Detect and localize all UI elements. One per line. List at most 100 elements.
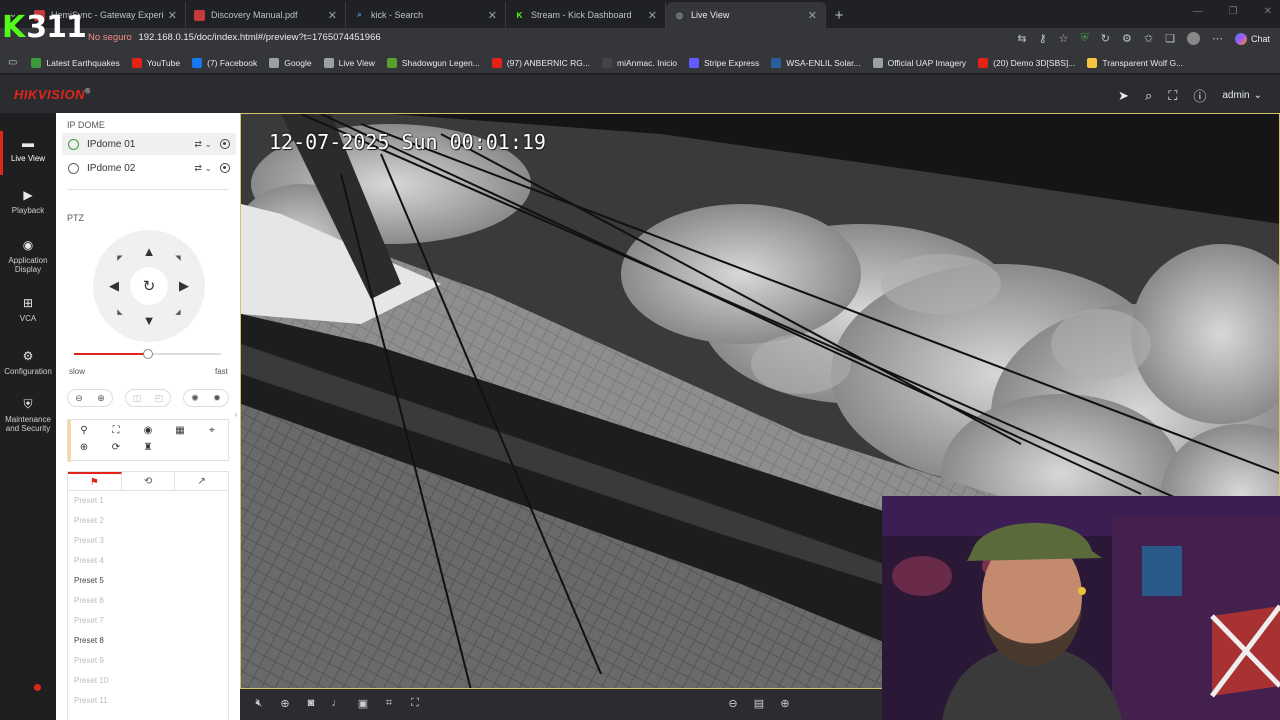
close-tab-icon[interactable]: ✕	[808, 9, 817, 22]
preset-item[interactable]: Preset 7	[68, 611, 228, 631]
camera-item-ipdome-01[interactable]: IPdome 01 ⇄ ⌄	[62, 133, 236, 155]
copilot-chat-button[interactable]: Chat	[1234, 32, 1270, 45]
preset-item[interactable]: Preset 1	[68, 491, 228, 511]
record-icon[interactable]	[220, 139, 230, 149]
zoom-out-icon[interactable]: ⊖	[75, 393, 83, 404]
zoom-in-icon[interactable]: ⊕	[97, 393, 105, 404]
nav-playback[interactable]: ▶ Playback	[0, 188, 56, 215]
bookmark-item[interactable]: (20) Demo 3D[SBS]...	[978, 57, 1075, 68]
grid-icon[interactable]: ▦	[173, 425, 187, 436]
tab-patrol[interactable]: ⟲	[122, 472, 176, 490]
fullscreen-icon[interactable]: ⛶	[1168, 88, 1177, 104]
more-menu-icon[interactable]: ⋯	[1212, 32, 1223, 45]
iris-close-icon[interactable]: ✺	[191, 393, 199, 404]
image-settings-icon[interactable]: ▣	[356, 697, 370, 710]
close-window-button[interactable]: ✕	[1264, 6, 1272, 17]
shield-extension-icon[interactable]: ⛨	[1081, 32, 1089, 45]
close-tab-icon[interactable]: ✕	[328, 9, 337, 22]
microphone-icon[interactable]: ♩	[330, 697, 344, 709]
translate-icon[interactable]: ⇆	[1017, 32, 1026, 45]
tab-presets[interactable]: ⚑	[68, 472, 122, 490]
profile-avatar[interactable]	[1186, 32, 1200, 45]
stream-select-icon[interactable]: ⇄ ⌄	[194, 163, 212, 174]
user-menu[interactable]: admin ⌄	[1222, 90, 1262, 101]
browser-tab[interactable]: ◎ Live View ✕	[666, 2, 826, 28]
bookmark-item[interactable]: Google	[269, 57, 312, 68]
preset-item[interactable]: Preset 8	[68, 631, 228, 651]
browser-tab[interactable]: Discovery Manual.pdf ✕	[186, 2, 346, 28]
bookmark-item[interactable]: Official UAP Imagery	[872, 57, 966, 68]
maximize-button[interactable]: ❐	[1229, 6, 1238, 17]
digital-zoom-icon[interactable]: ⊕	[278, 697, 292, 710]
wiper-icon[interactable]: ◉	[141, 425, 155, 436]
bookmark-item[interactable]: Live View	[323, 57, 375, 68]
area-focus-icon[interactable]: ⌗	[382, 697, 396, 710]
bookmark-star-icon[interactable]: ☆	[1059, 32, 1069, 45]
panel-collapse-handle[interactable]: ‹	[232, 405, 240, 425]
ptz-down-button[interactable]: ▼	[142, 314, 156, 328]
refresh-extension-icon[interactable]: ↻	[1101, 32, 1110, 45]
camera-item-ipdome-02[interactable]: IPdome 02 ⇄ ⌄	[62, 157, 236, 179]
focus-near-icon[interactable]: ◫	[133, 393, 142, 404]
mute-icon[interactable]: 🔇︎	[252, 697, 266, 710]
previous-window-icon[interactable]: ⊖	[726, 697, 740, 710]
speed-slider-handle[interactable]	[142, 349, 153, 359]
ptz-down-left-button[interactable]: ◣	[115, 308, 125, 316]
preset-item[interactable]: Preset 5	[68, 571, 228, 591]
ptz-up-button[interactable]: ▲	[142, 245, 156, 259]
bookmark-item[interactable]: Shadowgun Legen...	[386, 57, 480, 68]
preset-item[interactable]: Preset 4	[68, 551, 228, 571]
next-window-icon[interactable]: ⊕	[778, 697, 792, 710]
preset-item[interactable]: Preset 10	[68, 671, 228, 691]
preset-item[interactable]: Preset 9	[68, 651, 228, 671]
preset-item[interactable]: Preset 2	[68, 511, 228, 531]
bookmark-item[interactable]: Stripe Express	[688, 57, 759, 68]
window-layout-icon[interactable]: ▤	[752, 697, 766, 710]
record-icon[interactable]	[220, 163, 230, 173]
send-icon[interactable]: ➤	[1118, 88, 1129, 104]
iris-open-icon[interactable]: ✹	[213, 393, 221, 404]
lens-init-icon[interactable]: ⟳	[109, 442, 123, 453]
key-icon[interactable]: ⚷	[1039, 32, 1047, 45]
bookmark-item[interactable]: Latest Earthquakes	[31, 57, 120, 68]
focus-far-icon[interactable]: ◰	[155, 393, 164, 404]
nav-live-view[interactable]: ▬ Live View	[0, 131, 56, 175]
ptz-up-left-button[interactable]: ◤	[115, 254, 125, 262]
bookmark-item[interactable]: Transparent Wolf G...	[1087, 57, 1183, 68]
ptz-left-button[interactable]: ◀	[107, 279, 121, 293]
close-tab-icon[interactable]: ✕	[168, 9, 177, 22]
preset-item[interactable]: Preset 11	[68, 691, 228, 711]
info-icon[interactable]: ⓘ	[1193, 86, 1206, 105]
close-tab-icon[interactable]: ✕	[488, 9, 497, 22]
browser-tab[interactable]: ⌕ kick - Search ✕	[346, 2, 506, 28]
snapshot-icon[interactable]: ◙	[304, 697, 318, 709]
ptz-auto-scan-button[interactable]: ↻	[130, 267, 168, 305]
url-field[interactable]: No seguro 192.168.0.15/doc/index.html#/p…	[88, 32, 381, 43]
search-icon[interactable]: ⌕	[1145, 88, 1152, 104]
sidebar-toggle-icon[interactable]: ▭	[8, 57, 17, 68]
3d-zoom-icon[interactable]: ⊕	[77, 442, 91, 453]
park-action-icon[interactable]: ♜	[141, 442, 155, 453]
bookmark-item[interactable]: WSA-ENLIL Solar...	[771, 57, 861, 68]
browser-tab[interactable]: K Stream - Kick Dashboard ✕	[506, 2, 666, 28]
ptz-speed-slider[interactable]	[74, 349, 221, 359]
light-icon[interactable]: ⚲	[77, 425, 91, 436]
ptz-up-right-button[interactable]: ◥	[173, 254, 183, 262]
stream-select-icon[interactable]: ⇄ ⌄	[194, 139, 212, 150]
nav-vca[interactable]: ⊞ VCA	[0, 296, 56, 323]
nav-configuration[interactable]: ⚙ Configuration	[0, 349, 56, 376]
favorites-icon[interactable]: ✩	[1144, 32, 1153, 45]
bookmark-item[interactable]: YouTube	[131, 57, 180, 68]
ptz-right-button[interactable]: ▶	[177, 279, 191, 293]
close-tab-icon[interactable]: ✕	[648, 9, 657, 22]
minimize-button[interactable]: —	[1193, 6, 1203, 17]
manual-tracking-icon[interactable]: ⌖	[205, 425, 219, 436]
bookmark-item[interactable]: miAnmac. Inicio	[601, 57, 677, 68]
nav-application-display[interactable]: ◉ Application Display	[0, 238, 56, 274]
ptz-down-right-button[interactable]: ◢	[173, 308, 183, 316]
preset-item[interactable]: Preset 6	[68, 591, 228, 611]
bookmark-item[interactable]: (7) Facebook	[192, 57, 257, 68]
area-focus-icon[interactable]: ⛶	[109, 425, 123, 436]
not-secure-label[interactable]: No seguro	[88, 32, 132, 43]
extensions-icon[interactable]: ⚙	[1122, 32, 1132, 45]
